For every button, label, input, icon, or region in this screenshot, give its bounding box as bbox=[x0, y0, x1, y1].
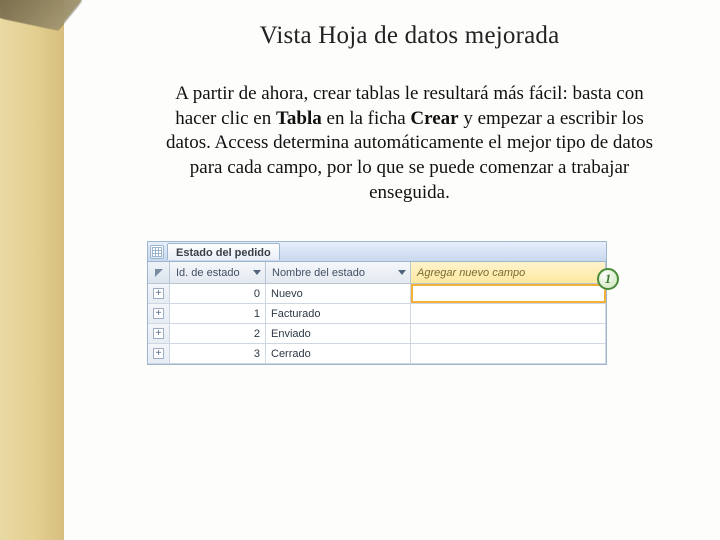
body-text-mid: en la ficha bbox=[322, 108, 411, 129]
cell-id[interactable]: 2 bbox=[170, 324, 266, 343]
select-all-cell[interactable] bbox=[148, 262, 170, 283]
cell-new-field[interactable] bbox=[411, 324, 606, 343]
content-area: Vista Hoja de datos mejorada A partir de… bbox=[64, 0, 720, 540]
slide: Vista Hoja de datos mejorada A partir de… bbox=[0, 0, 720, 540]
table-row: + 1 Facturado bbox=[148, 304, 606, 324]
chevron-down-icon bbox=[253, 270, 261, 275]
row-selector[interactable]: + bbox=[148, 304, 170, 323]
body-bold-crear: Crear bbox=[410, 108, 458, 129]
expand-icon: + bbox=[153, 348, 164, 359]
row-selector[interactable]: + bbox=[148, 324, 170, 343]
body-bold-tabla: Tabla bbox=[276, 108, 322, 129]
chevron-down-icon bbox=[398, 270, 406, 275]
expand-icon: + bbox=[153, 308, 164, 319]
datasheet-tabbar: Estado del pedido bbox=[148, 242, 606, 262]
table-row: + 2 Enviado bbox=[148, 324, 606, 344]
decorative-left-strip bbox=[0, 0, 64, 540]
cell-new-field[interactable] bbox=[411, 304, 606, 323]
cell-id[interactable]: 3 bbox=[170, 344, 266, 363]
column-header-id-label: Id. de estado bbox=[176, 267, 240, 279]
cell-name[interactable]: Cerrado bbox=[266, 344, 411, 363]
column-header-name[interactable]: Nombre del estado bbox=[266, 262, 411, 283]
expand-icon: + bbox=[153, 328, 164, 339]
column-header-add-label: Agregar nuevo campo bbox=[417, 267, 525, 279]
page-title: Vista Hoja de datos mejorada bbox=[149, 22, 670, 50]
cell-name[interactable]: Facturado bbox=[266, 304, 411, 323]
datasheet-tab[interactable]: Estado del pedido bbox=[167, 243, 280, 260]
cell-new-field[interactable] bbox=[411, 344, 606, 363]
cell-id[interactable]: 1 bbox=[170, 304, 266, 323]
cell-name[interactable]: Enviado bbox=[266, 324, 411, 343]
body-paragraph: A partir de ahora, crear tablas le resul… bbox=[149, 82, 670, 205]
expand-icon: + bbox=[153, 288, 164, 299]
cell-name[interactable]: Nuevo bbox=[266, 284, 411, 303]
cell-id[interactable]: 0 bbox=[170, 284, 266, 303]
row-selector[interactable]: + bbox=[148, 344, 170, 363]
callout-badge: 1 bbox=[597, 268, 619, 290]
column-header-add-field[interactable]: Agregar nuevo campo 1 bbox=[411, 262, 606, 283]
cell-new-field[interactable] bbox=[411, 284, 606, 303]
datasheet: Estado del pedido Id. de estado Nombre d… bbox=[147, 241, 607, 365]
table-row: + 3 Cerrado bbox=[148, 344, 606, 364]
datasheet-header-row: Id. de estado Nombre del estado Agregar … bbox=[148, 262, 606, 284]
table-row: + 0 Nuevo bbox=[148, 284, 606, 304]
column-header-name-label: Nombre del estado bbox=[272, 267, 365, 279]
column-header-id[interactable]: Id. de estado bbox=[170, 262, 266, 283]
table-icon bbox=[150, 245, 164, 259]
row-selector[interactable]: + bbox=[148, 284, 170, 303]
